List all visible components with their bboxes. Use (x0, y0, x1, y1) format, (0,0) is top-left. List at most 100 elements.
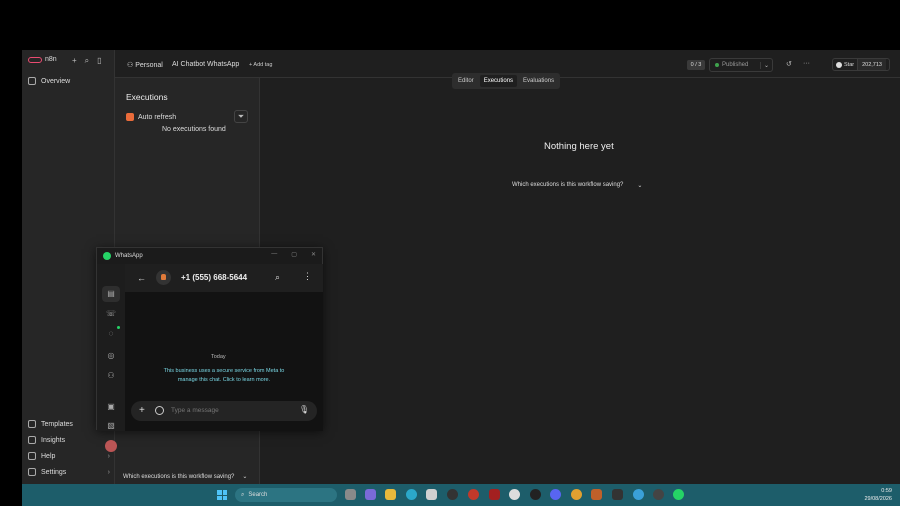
channels-icon[interactable]: ◎ (106, 351, 116, 361)
search-icon: ⌕ (241, 491, 245, 498)
chrome-icon[interactable] (571, 489, 582, 500)
time: 0:59 (881, 488, 892, 494)
whatsapp-icon[interactable] (673, 489, 684, 500)
close-icon[interactable]: ✕ (311, 251, 316, 258)
collapse-sidebar-icon[interactable]: ▯ (97, 56, 101, 66)
saving-question-label: Which executions is this workflow saving… (123, 473, 235, 480)
tab-evaluations[interactable]: Evaluations (519, 75, 558, 87)
search-icon[interactable]: ⌕ (275, 272, 280, 283)
phone-icon[interactable]: ☏ (106, 309, 116, 319)
taskbar-search-label: Search (248, 492, 268, 498)
sticker-icon[interactable] (155, 406, 164, 415)
sidebar-item-label: Settings (41, 468, 67, 476)
encryption-notice[interactable]: This business uses a secure service from… (153, 367, 295, 386)
auto-refresh-toggle[interactable]: Auto refresh (126, 113, 176, 121)
sidebar-item-label: Templates (41, 420, 73, 428)
message-input[interactable] (171, 407, 291, 414)
app-icon[interactable] (489, 489, 500, 500)
gear-icon (28, 468, 36, 476)
brand[interactable]: n8n (28, 56, 57, 63)
chevron-right-icon: › (107, 452, 110, 460)
recorder-icon[interactable] (468, 489, 479, 500)
date-divider: Today (211, 354, 226, 360)
whatsapp-window: WhatsApp — ▢ ✕ ▤ ☏ ◌ ◎ ⚇ ▣ ▧ ← +1 (555) … (96, 247, 323, 452)
history-icon[interactable]: ↺ (786, 60, 792, 68)
task-view-icon[interactable] (345, 489, 356, 500)
add-tag-button[interactable]: + Add tag (249, 62, 272, 68)
app-icon[interactable] (447, 489, 458, 500)
app-icon[interactable] (509, 489, 520, 500)
edge-icon[interactable] (406, 489, 417, 500)
published-label: Published (722, 62, 749, 68)
sidebar-item-settings[interactable]: Settings › (28, 468, 110, 476)
chat-header: ← +1 (555) 668-5644 ⌕ ⋮ (125, 264, 323, 292)
window-controls: — ▢ ✕ (271, 251, 316, 258)
status-icon[interactable]: ◌ (106, 329, 116, 339)
github-icon (836, 61, 842, 68)
communities-icon[interactable]: ⚇ (106, 371, 116, 381)
auto-refresh-label: Auto refresh (138, 113, 177, 121)
chevron-down-icon: ⌄ (637, 183, 643, 189)
breadcrumb-project[interactable]: ⚇ Personal (127, 61, 163, 69)
attach-plus-icon[interactable]: + (139, 405, 145, 416)
star-label: Star (844, 61, 855, 68)
add-icon[interactable]: + (72, 56, 77, 66)
discord-icon[interactable] (550, 489, 561, 500)
project-label: Personal (135, 62, 163, 69)
app-icon[interactable] (633, 489, 644, 500)
composer: + 🎙 (131, 401, 317, 421)
tab-executions[interactable]: Executions (479, 75, 518, 87)
home-icon (28, 77, 36, 85)
chats-icon[interactable]: ▤ (106, 289, 116, 299)
more-options-icon[interactable]: ··· (803, 60, 810, 67)
search-icon[interactable]: ⌕ (85, 56, 89, 66)
file-explorer-icon[interactable] (385, 489, 396, 500)
workflow-name[interactable]: AI Chatbot WhatsApp (172, 61, 239, 68)
user-icon: ⚇ (127, 62, 136, 69)
empty-state-title: Nothing here yet (544, 141, 614, 152)
sidebar-item-overview[interactable]: Overview (28, 77, 110, 85)
github-star-button[interactable]: Star 202,713 (832, 58, 890, 71)
archive-icon[interactable]: ▣ (106, 402, 116, 412)
window-title: WhatsApp (115, 253, 143, 259)
help-icon (28, 452, 36, 460)
app-icon[interactable] (530, 489, 541, 500)
store-icon[interactable] (426, 489, 437, 500)
minimize-icon[interactable]: — (271, 251, 277, 258)
executions-saving-dropdown[interactable]: Which executions is this workflow saving… (123, 473, 247, 481)
published-button[interactable]: Published ⌄ (709, 58, 773, 72)
view-tabs: Editor Executions Evaluations (452, 73, 561, 89)
more-options-icon[interactable]: ⋮ (303, 271, 312, 282)
contact-name[interactable]: +1 (555) 668-5644 (181, 273, 247, 282)
app-icon[interactable] (653, 489, 664, 500)
date: 29/08/2026 (864, 496, 892, 503)
chat-area: Today This business uses a secure servic… (125, 292, 323, 431)
taskbar-search[interactable]: ⌕ Search (235, 488, 337, 502)
sidebar-item-label: Overview (41, 77, 71, 85)
profile-avatar[interactable] (105, 440, 117, 452)
whatsapp-logo-icon (103, 252, 111, 260)
contact-avatar[interactable] (156, 270, 171, 285)
brand-name: n8n (45, 56, 57, 63)
whatsapp-nav-rail: ▤ ☏ ◌ ◎ ⚇ ▣ ▧ (97, 264, 125, 452)
microphone-icon[interactable]: 🎙 (299, 405, 309, 414)
maximize-icon[interactable]: ▢ (291, 251, 297, 258)
checkbox-checked-icon[interactable] (126, 113, 134, 121)
status-dot-icon (715, 63, 719, 67)
media-icon[interactable]: ▧ (106, 421, 116, 431)
windows-start-icon[interactable] (217, 490, 227, 500)
sidebar-item-insights[interactable]: Insights (28, 436, 110, 444)
clock[interactable]: 0:59 29/08/2026 (864, 487, 892, 504)
chevron-down-icon[interactable]: ⌄ (759, 61, 772, 69)
sidebar-item-help[interactable]: Help › (28, 452, 110, 460)
terminal-icon[interactable] (612, 489, 623, 500)
saving-question-dropdown[interactable]: Which executions is this workflow saving… (512, 182, 642, 189)
tab-editor[interactable]: Editor (454, 75, 478, 87)
star-count: 202,713 (857, 59, 886, 70)
app-icon[interactable] (591, 489, 602, 500)
filter-icon[interactable]: ⏷ (234, 110, 248, 123)
copilot-icon[interactable] (365, 489, 376, 500)
templates-icon (28, 420, 36, 428)
notification-dot-icon (117, 326, 120, 329)
back-arrow-icon[interactable]: ← (137, 273, 146, 283)
